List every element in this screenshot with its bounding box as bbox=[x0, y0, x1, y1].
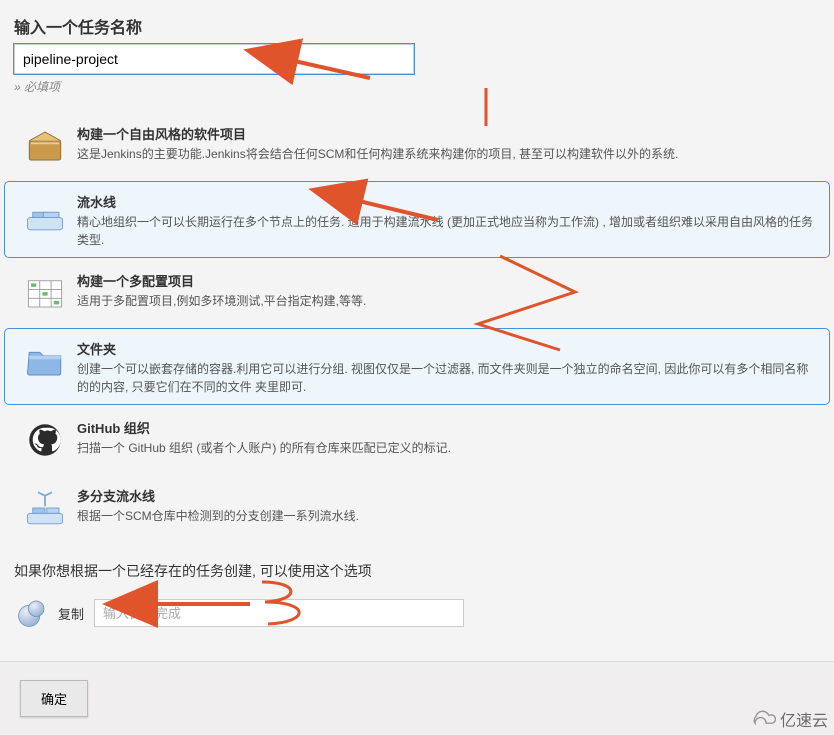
page-title: 输入一个任务名称 bbox=[14, 14, 820, 38]
item-desc: 精心地组织一个可以长期运行在多个节点上的任务. 适用于构建流水线 (更加正式地应… bbox=[77, 213, 819, 249]
task-name-input[interactable] bbox=[14, 44, 414, 74]
item-desc: 适用于多配置项目,例如多环境测试,平台指定构建,等等. bbox=[77, 292, 819, 310]
folder-icon bbox=[21, 337, 69, 385]
watermark-text: 亿速云 bbox=[780, 707, 828, 731]
item-card[interactable]: 流水线精心地组织一个可以长期运行在多个节点上的任务. 适用于构建流水线 (更加正… bbox=[4, 181, 830, 258]
item-title: 文件夹 bbox=[77, 339, 819, 358]
required-hint: » 必填项 bbox=[14, 78, 820, 95]
item-title: 构建一个自由风格的软件项目 bbox=[77, 124, 819, 143]
copy-hint: 如果你想根据一个已经存在的任务创建, 可以使用这个选项 bbox=[14, 561, 820, 581]
copy-label: 复制 bbox=[58, 604, 84, 623]
multibranch-icon bbox=[21, 484, 69, 532]
freestyle-icon bbox=[21, 122, 69, 170]
watermark: 亿速云 bbox=[748, 707, 828, 731]
item-desc: 这是Jenkins的主要功能.Jenkins将会结合任何SCM和任何构建系统来构… bbox=[77, 145, 819, 163]
item-desc: 创建一个可以嵌套存储的容器.利用它可以进行分组. 视图仅仅是一个过滤器, 而文件… bbox=[77, 360, 819, 396]
item-card[interactable]: 多分支流水线根据一个SCM仓库中检测到的分支创建一系列流水线. bbox=[4, 475, 830, 541]
item-title: GitHub 组织 bbox=[77, 418, 819, 437]
item-desc: 根据一个SCM仓库中检测到的分支创建一系列流水线. bbox=[77, 507, 819, 525]
item-card[interactable]: 构建一个多配置项目适用于多配置项目,例如多环境测试,平台指定构建,等等. bbox=[4, 260, 830, 326]
copy-from-input[interactable] bbox=[94, 599, 464, 627]
ok-button[interactable]: 确定 bbox=[20, 680, 88, 717]
item-title: 多分支流水线 bbox=[77, 486, 819, 505]
item-desc: 扫描一个 GitHub 组织 (或者个人账户) 的所有仓库来匹配已定义的标记. bbox=[77, 439, 819, 457]
item-title: 流水线 bbox=[77, 192, 819, 211]
pipeline-icon bbox=[21, 190, 69, 238]
copy-icon bbox=[14, 595, 50, 631]
item-card[interactable]: GitHub 组织扫描一个 GitHub 组织 (或者个人账户) 的所有仓库来匹… bbox=[4, 407, 830, 473]
item-title: 构建一个多配置项目 bbox=[77, 271, 819, 290]
item-card[interactable]: 文件夹创建一个可以嵌套存储的容器.利用它可以进行分组. 视图仅仅是一个过滤器, … bbox=[4, 328, 830, 405]
github-icon bbox=[21, 416, 69, 464]
multi-icon bbox=[21, 269, 69, 317]
item-card[interactable]: 构建一个自由风格的软件项目这是Jenkins的主要功能.Jenkins将会结合任… bbox=[4, 113, 830, 179]
